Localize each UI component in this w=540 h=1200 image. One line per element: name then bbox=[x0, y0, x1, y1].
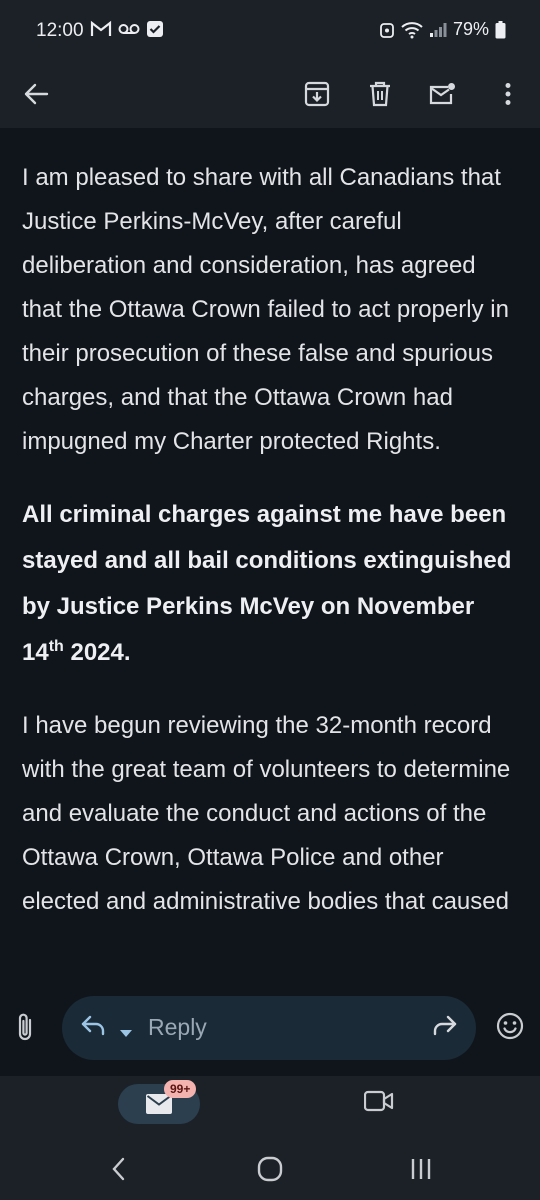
email-bold-paragraph: All criminal charges against me have bee… bbox=[22, 492, 518, 676]
reply-type-dropdown[interactable] bbox=[120, 1025, 132, 1043]
voicemail-icon bbox=[118, 24, 140, 34]
mark-unread-icon bbox=[429, 83, 455, 105]
recents-icon bbox=[411, 1159, 431, 1179]
reply-icon bbox=[81, 1015, 105, 1036]
archive-icon bbox=[304, 81, 330, 107]
email-body[interactable]: I am pleased to share with all Canadians… bbox=[0, 128, 540, 976]
delete-icon bbox=[370, 81, 390, 107]
email-paragraph: I have begun reviewing the 32-month reco… bbox=[22, 712, 511, 915]
email-toolbar bbox=[0, 62, 540, 128]
bottom-nav: 99+ bbox=[0, 1076, 540, 1142]
status-time: 12:00 bbox=[36, 20, 84, 41]
wifi-icon bbox=[401, 21, 423, 38]
more-icon bbox=[505, 83, 511, 105]
mail-badge: 99+ bbox=[164, 1080, 197, 1098]
email-paragraph: I am pleased to share with all Canadians… bbox=[22, 164, 509, 455]
emoji-icon bbox=[496, 1012, 524, 1040]
bold-superscript: th bbox=[48, 638, 64, 655]
more-options-button[interactable] bbox=[486, 72, 530, 116]
video-icon bbox=[363, 1090, 394, 1112]
forward-button[interactable] bbox=[432, 1014, 458, 1043]
home-icon bbox=[257, 1156, 283, 1182]
archive-button[interactable] bbox=[295, 72, 339, 116]
gmail-icon bbox=[90, 20, 112, 36]
forward-icon bbox=[433, 1015, 457, 1036]
emoji-button[interactable] bbox=[496, 1012, 524, 1045]
reply-pill[interactable]: Reply bbox=[62, 996, 476, 1060]
battery-percent: 79% bbox=[452, 19, 489, 39]
system-nav bbox=[0, 1142, 540, 1200]
alarm-icon bbox=[380, 22, 394, 38]
status-left-icons bbox=[90, 20, 164, 38]
delete-button[interactable] bbox=[358, 72, 402, 116]
signal-icon bbox=[429, 22, 447, 37]
back-icon bbox=[112, 1157, 125, 1181]
attach-icon bbox=[18, 1013, 32, 1041]
reply-label: Reply bbox=[148, 1014, 207, 1040]
battery-icon bbox=[495, 20, 506, 38]
reply-type-button[interactable] bbox=[80, 1014, 106, 1043]
system-back-button[interactable] bbox=[110, 1156, 128, 1187]
back-arrow-icon bbox=[24, 83, 49, 105]
checkbox-icon bbox=[147, 21, 163, 37]
mark-unread-button[interactable] bbox=[420, 72, 464, 116]
status-right: 79% bbox=[379, 19, 506, 40]
dropdown-caret-icon bbox=[120, 1030, 132, 1037]
meet-tab[interactable] bbox=[363, 1090, 394, 1117]
system-home-button[interactable] bbox=[256, 1156, 284, 1187]
bold-tail-text: 2024. bbox=[63, 639, 131, 666]
reply-area: Reply bbox=[0, 976, 540, 1076]
system-recents-button[interactable] bbox=[410, 1156, 432, 1187]
attach-button[interactable] bbox=[16, 1012, 34, 1047]
status-bar: 12:00 79% bbox=[0, 0, 540, 62]
back-arrow-button[interactable] bbox=[14, 72, 58, 116]
